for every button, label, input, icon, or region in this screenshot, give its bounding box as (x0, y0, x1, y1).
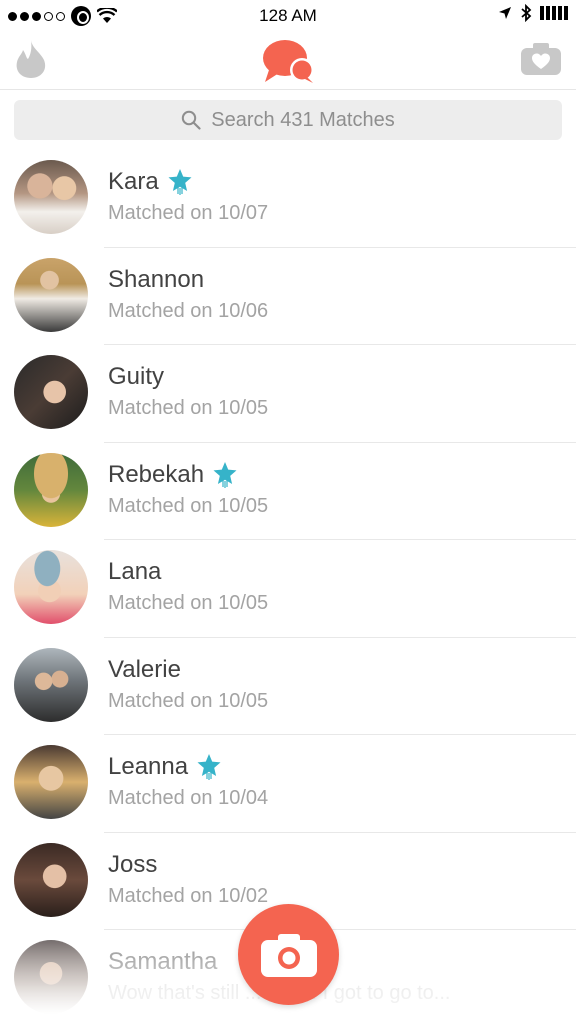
camera-icon (260, 933, 317, 977)
match-name: Kara (108, 168, 159, 195)
name-line: Guity (108, 363, 164, 391)
name-line: Samantha (108, 948, 217, 976)
match-subtitle: Matched on 10/05 (108, 397, 269, 419)
avatar (14, 257, 88, 332)
battery-icon (540, 6, 568, 20)
match-subtitle: Matched on 10/05 (108, 494, 269, 517)
status-time: 128 AM (259, 6, 317, 25)
super-like-star-icon (197, 754, 221, 780)
super-like-star-icon (168, 169, 192, 195)
status-bar: 128 AM (0, 0, 576, 30)
avatar (14, 940, 88, 1014)
name-line: Lana (108, 558, 161, 586)
match-row[interactable]: Kara Matched on 10/07 (0, 150, 576, 248)
matches-list: Kara Matched on 10/07 Shannon Matched on… (0, 150, 576, 1024)
match-subtitle: Matched on 10/05 (108, 592, 269, 614)
avatar (14, 355, 88, 429)
top-nav-bar (0, 30, 576, 90)
match-row[interactable]: Valerie Matched on 10/05 (0, 638, 576, 735)
bluetooth-icon (521, 4, 532, 22)
match-subtitle: Matched on 10/06 (108, 299, 269, 322)
avatar (14, 647, 88, 722)
match-name: Shannon (108, 265, 205, 293)
match-row[interactable]: Leanna Matched on 10/04 (0, 735, 576, 833)
match-subtitle: Matched on 10/05 (108, 689, 269, 712)
match-name: Valerie (108, 655, 181, 683)
avatar (14, 550, 88, 624)
camera-button[interactable] (238, 904, 339, 1005)
match-row[interactable]: Guity Matched on 10/05 (0, 345, 576, 443)
match-name: Lana (108, 558, 162, 585)
match-row[interactable]: Shannon Matched on 10/06 (0, 248, 576, 345)
match-subtitle: Matched on 10/04 (108, 787, 269, 809)
name-line: Rebekah (108, 461, 238, 489)
camera-heart-icon[interactable] (520, 42, 562, 76)
name-line: Kara (108, 168, 193, 196)
search-placeholder: Search 431 Matches (211, 108, 395, 131)
search-icon (182, 110, 201, 130)
avatar (14, 160, 88, 234)
match-row[interactable]: Rebekah Matched on 10/05 (0, 443, 576, 540)
name-line: Valerie (108, 656, 181, 684)
match-name: Samantha (108, 948, 218, 975)
match-name: Guity (108, 363, 165, 390)
match-name: Joss (108, 850, 158, 878)
match-subtitle: Matched on 10/02 (108, 884, 269, 907)
name-line: Leanna (108, 753, 222, 781)
match-subtitle: Matched on 10/07 (108, 202, 269, 224)
avatar (14, 452, 88, 527)
name-line: Shannon (108, 266, 204, 294)
chat-bubbles-icon[interactable] (261, 36, 317, 86)
location-arrow-icon (499, 7, 511, 19)
super-like-star-icon (213, 461, 237, 488)
status-bar-right (498, 4, 568, 22)
flame-icon[interactable] (14, 38, 48, 80)
avatar (14, 745, 88, 819)
search-bar[interactable]: Search 431 Matches (14, 100, 562, 140)
match-row[interactable]: Lana Matched on 10/05 (0, 540, 576, 638)
match-name: Rebekah (108, 460, 205, 488)
avatar (14, 842, 88, 917)
name-line: Joss (108, 851, 157, 879)
match-name: Leanna (108, 753, 189, 780)
